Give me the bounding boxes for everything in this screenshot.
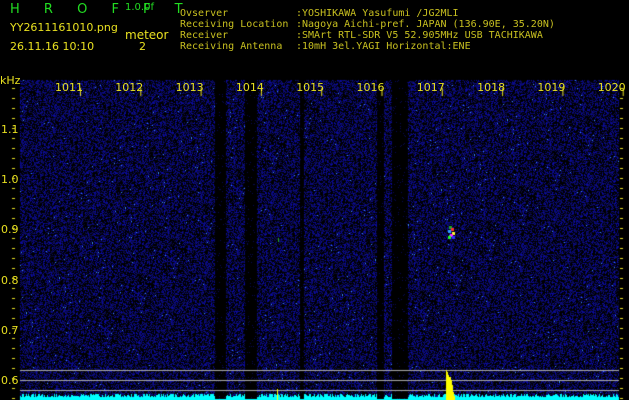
freq-label: 1018 <box>477 81 506 94</box>
time-label: 1.1 <box>1 123 19 136</box>
time-label: 0.8 <box>1 273 19 287</box>
unit-label: kHz <box>0 74 21 87</box>
freq-label: 1015 <box>296 81 325 94</box>
time-label: 0.6 <box>1 374 19 387</box>
info-location: Receiving Location:Nagoya Aichi-pref. JA… <box>180 19 555 30</box>
info-observer: Ovserver:YOSHIKAWA Yasufumi /JG2MLI <box>180 8 459 19</box>
freq-label: 1020 <box>597 81 626 94</box>
info-receiver: Receiver:SMArt RTL-SDR V5 52.905MHz USB … <box>180 30 543 41</box>
freq-label: 1012 <box>115 81 144 94</box>
freq-label: 1019 <box>537 81 566 94</box>
meteor-count: 2 <box>139 40 146 53</box>
info-antenna: Receiving Antenna:10mH 3el.YAGI Horizont… <box>180 41 471 52</box>
app-logo: H R O F F T <box>10 2 193 17</box>
spectrogram <box>0 0 629 400</box>
time-label: 0.9 <box>1 223 19 237</box>
freq-label: 1016 <box>356 81 385 94</box>
freq-label: 1013 <box>175 81 204 94</box>
filename: YY2611161010.png <box>10 21 118 34</box>
type-label: meteor <box>125 28 169 42</box>
freq-label: 1017 <box>416 81 445 94</box>
time-label: 0.7 <box>1 323 19 337</box>
freq-label: 1011 <box>55 81 83 94</box>
version: 1.0.0f <box>125 2 154 13</box>
freq-label: 1014 <box>235 81 264 94</box>
datetime: 26.11.16 10:10 <box>10 40 95 53</box>
time-label: 1.0 <box>1 173 19 187</box>
